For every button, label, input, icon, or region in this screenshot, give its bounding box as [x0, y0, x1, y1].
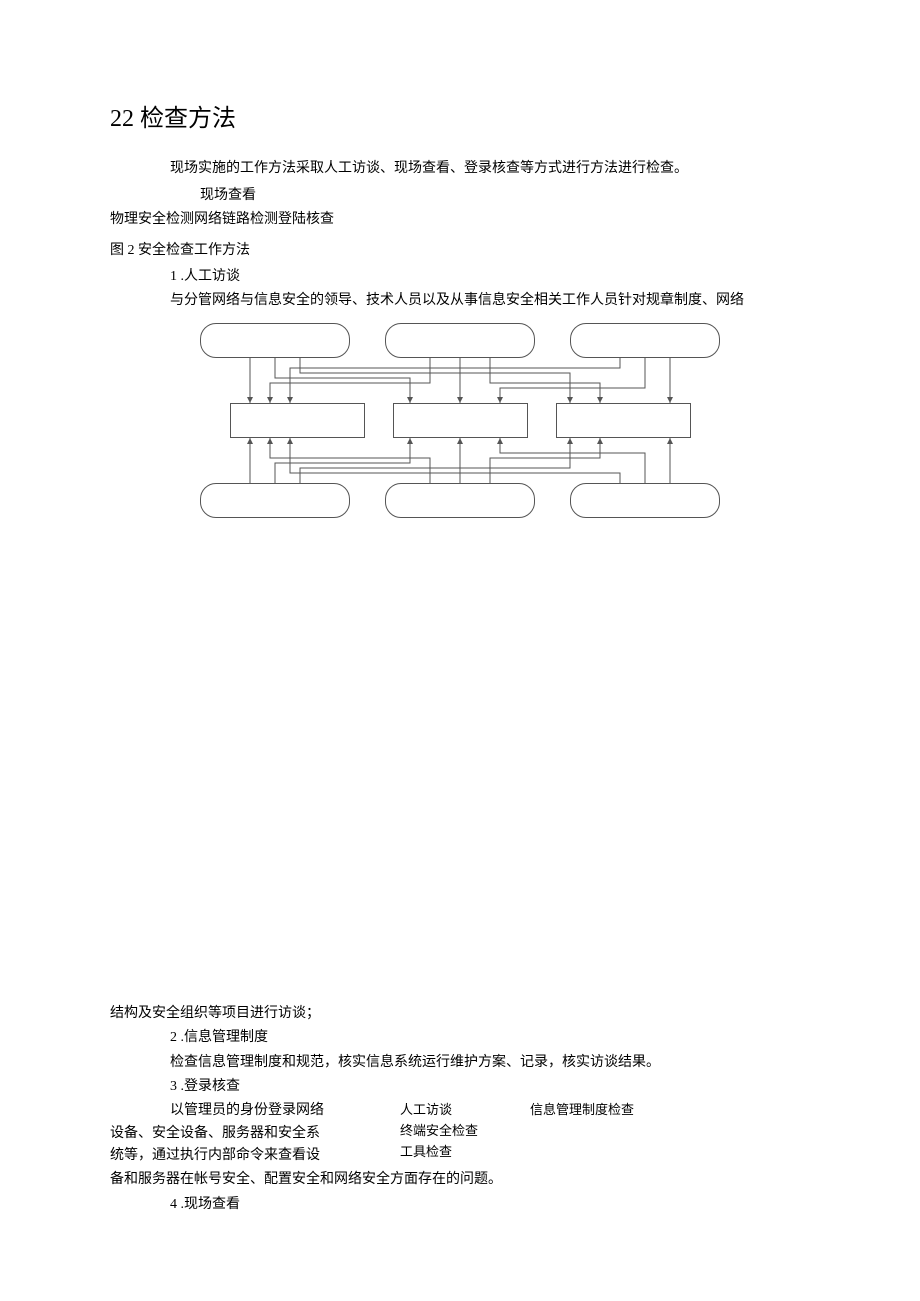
figure-caption: 图 2 安全检查工作方法: [110, 240, 860, 262]
item-1-number: 1 .人工访谈: [170, 266, 860, 288]
sub-label: 现场查看: [200, 185, 860, 207]
item-2-number: 2 .信息管理制度: [170, 1027, 860, 1049]
item-4-number: 4 .现场查看: [170, 1194, 860, 1216]
item-2-paragraph: 检查信息管理制度和规范，核实信息系统运行维护方案、记录，核实访谈结果。: [170, 1052, 840, 1074]
inline-methods: 物理安全检测网络链路检测登陆核查: [110, 209, 860, 231]
item-3-number: 3 .登录核查: [170, 1076, 860, 1098]
flow-diagram: [200, 323, 720, 533]
item-3-line-1: 以管理员的身份登录网络: [110, 1100, 380, 1122]
resume-paragraph: 结构及安全组织等项目进行访谈；: [110, 1003, 840, 1025]
diagram-box-mid-left: [230, 403, 365, 438]
vertical-gap: [60, 533, 860, 1003]
left-column: 以管理员的身份登录网络 设备、安全设备、服务器和安全系 统等，通过执行内部命令来…: [110, 1100, 380, 1167]
diagram-box-top-right: [570, 323, 720, 358]
diagram-box-bot-mid: [385, 483, 535, 518]
two-column-block: 以管理员的身份登录网络 设备、安全设备、服务器和安全系 统等，通过执行内部命令来…: [110, 1100, 860, 1167]
item-3-line-2: 设备、安全设备、服务器和安全系: [110, 1123, 380, 1145]
intro-paragraph: 现场实施的工作方法采取人工访谈、现场查看、登录核查等方式进行方法进行检查。: [170, 158, 800, 180]
section-heading: 22 检查方法: [110, 100, 860, 138]
diagram-box-bot-right: [570, 483, 720, 518]
diagram-box-mid-mid: [393, 403, 528, 438]
item-1-paragraph: 与分管网络与信息安全的领导、技术人员以及从事信息安全相关工作人员针对规章制度、网…: [170, 290, 840, 312]
diagram-box-top-left: [200, 323, 350, 358]
diagram-box-top-mid: [385, 323, 535, 358]
right-cell-r3c1: 工具检查: [400, 1142, 530, 1163]
diagram-box-bot-left: [200, 483, 350, 518]
item-3-line-3: 统等，通过执行内部命令来查看设: [110, 1145, 380, 1167]
right-cell-r2c1: 终端安全检查: [400, 1121, 530, 1142]
diagram-box-mid-right: [556, 403, 691, 438]
right-cell-r1c2: 信息管理制度检查: [530, 1100, 690, 1121]
right-cell-r1c1: 人工访谈: [400, 1100, 530, 1121]
right-column: 人工访谈 信息管理制度检查 终端安全检查 工具检查: [400, 1100, 690, 1167]
item-3-merged: 备和服务器在帐号安全、配置安全和网络安全方面存在的问题。: [110, 1169, 840, 1191]
